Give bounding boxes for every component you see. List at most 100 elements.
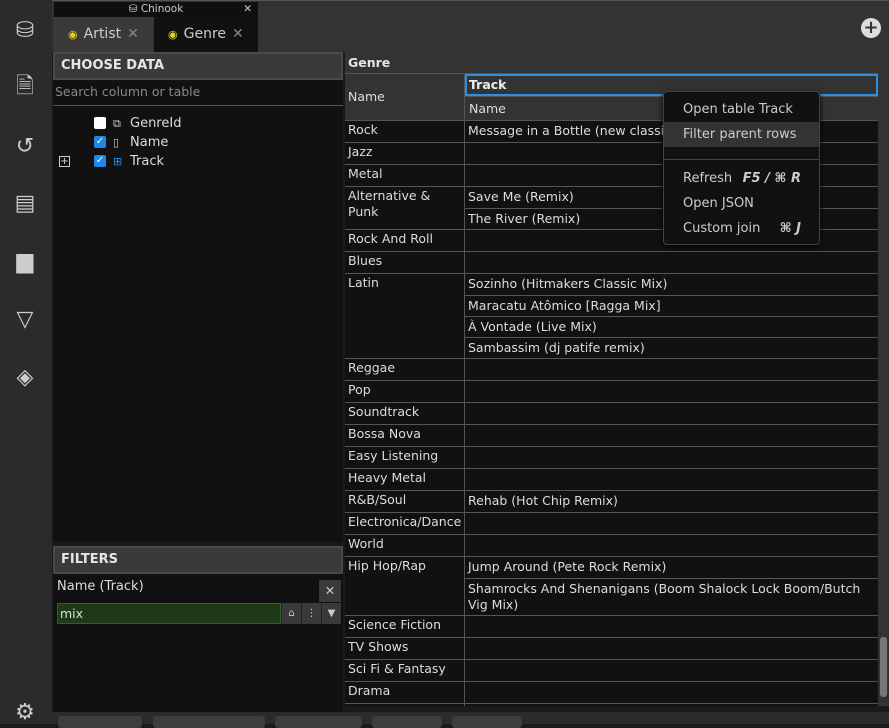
database-icon[interactable]: ⛁: [10, 15, 40, 45]
table-row[interactable]: Sci Fi & Fantasy: [345, 659, 878, 681]
genre-cell[interactable]: Soundtrack: [345, 403, 465, 424]
track-cell[interactable]: [465, 381, 878, 402]
tree-item-name[interactable]: ✓ ▯ Name: [53, 133, 343, 152]
genre-cell[interactable]: World: [345, 535, 465, 556]
table-row[interactable]: World: [345, 534, 878, 556]
track-cell[interactable]: Rehab (Hot Chip Remix): [465, 491, 878, 512]
table-row[interactable]: R&B/Soul Rehab (Hot Chip Remix): [345, 490, 878, 512]
search-input[interactable]: Search column or table: [53, 80, 343, 106]
genre-cell[interactable]: Jazz: [345, 143, 465, 164]
table-row[interactable]: Pop: [345, 380, 878, 402]
genre-cell[interactable]: Alternative & Punk: [345, 187, 465, 229]
filter-input[interactable]: mix: [57, 603, 281, 624]
toolbar-button[interactable]: [58, 716, 142, 728]
genre-cell[interactable]: Science Fiction: [345, 616, 465, 637]
scrollbar-thumb[interactable]: [880, 637, 887, 697]
tab-genre[interactable]: ◉ Genre ✕: [154, 17, 258, 53]
toolbar-button[interactable]: [275, 716, 362, 728]
filter-icon[interactable]: ▽: [10, 304, 40, 334]
table-row[interactable]: Heavy Metal: [345, 468, 878, 490]
track-cell[interactable]: [465, 403, 878, 424]
genre-cell[interactable]: Easy Listening: [345, 447, 465, 468]
genre-cell[interactable]: Metal: [345, 165, 465, 186]
remove-filter-button[interactable]: ✕: [319, 580, 341, 602]
column-header-name[interactable]: Name: [345, 74, 465, 120]
gear-icon[interactable]: ⚙: [10, 697, 40, 727]
toolbar-button[interactable]: [153, 716, 265, 728]
genre-cell[interactable]: Sci Fi & Fantasy: [345, 660, 465, 681]
toolbar-button[interactable]: [372, 716, 442, 728]
table-row[interactable]: Reggae: [345, 358, 878, 380]
add-tab-button[interactable]: +: [861, 18, 881, 38]
home-icon[interactable]: ⌂: [281, 603, 301, 624]
connection-tab[interactable]: ⛁ Chinook ✕: [54, 2, 258, 17]
track-cell[interactable]: [465, 535, 878, 556]
checkbox[interactable]: [94, 117, 106, 129]
track-cell[interactable]: [465, 682, 878, 703]
track-cell[interactable]: Sambassim (dj patife remix): [465, 337, 878, 358]
track-cell[interactable]: [465, 447, 878, 468]
track-cell[interactable]: Sozinho (Hitmakers Classic Mix): [465, 274, 878, 295]
table-row[interactable]: Soundtrack: [345, 402, 878, 424]
table-row[interactable]: Hip Hop/Rap Jump Around (Pete Rock Remix)…: [345, 556, 878, 615]
menu-item-open-table[interactable]: Open table Track: [664, 97, 819, 122]
expand-icon[interactable]: +: [59, 156, 70, 167]
track-cell[interactable]: Jump Around (Pete Rock Remix): [465, 557, 878, 578]
track-cell[interactable]: [465, 513, 878, 534]
menu-item-refresh[interactable]: Refresh F5 / ⌘ R: [664, 166, 819, 191]
table-row[interactable]: Electronica/Dance: [345, 512, 878, 534]
tree-item-genreid[interactable]: ⧉ GenreId: [53, 114, 343, 133]
table-row[interactable]: Comedy: [345, 703, 878, 706]
file-icon[interactable]: 🗎: [10, 73, 40, 103]
close-icon[interactable]: ✕: [243, 2, 252, 17]
table-row[interactable]: TV Shows: [345, 637, 878, 659]
genre-cell[interactable]: Comedy: [345, 704, 465, 706]
checkbox[interactable]: ✓: [94, 136, 106, 148]
tab-artist[interactable]: ◉ Artist ✕: [54, 17, 153, 53]
folder-icon[interactable]: ▆: [10, 246, 40, 276]
table-row[interactable]: Blues: [345, 251, 878, 273]
genre-cell[interactable]: Reggae: [345, 359, 465, 380]
tree-item-track[interactable]: + ✓ ⊞ Track: [53, 152, 343, 171]
menu-item-filter-parent-rows[interactable]: Filter parent rows: [664, 122, 819, 147]
genre-cell[interactable]: Blues: [345, 252, 465, 273]
table-row[interactable]: Drama: [345, 681, 878, 703]
genre-cell[interactable]: Rock And Roll: [345, 230, 465, 251]
menu-item-custom-join[interactable]: Custom join ⌘ J: [664, 216, 819, 241]
genre-cell[interactable]: TV Shows: [345, 638, 465, 659]
track-cell[interactable]: [465, 660, 878, 681]
track-cell[interactable]: [465, 469, 878, 490]
genre-cell[interactable]: Latin: [345, 274, 465, 358]
track-cell[interactable]: [465, 359, 878, 380]
track-cell[interactable]: [465, 704, 878, 706]
toolbar-button[interactable]: [452, 716, 522, 728]
more-icon[interactable]: ⋮: [301, 603, 321, 624]
menu-item-open-json[interactable]: Open JSON: [664, 191, 819, 216]
track-cell[interactable]: Maracatu Atômico [Ragga Mix]: [465, 295, 878, 316]
checkbox[interactable]: ✓: [94, 155, 106, 167]
table-row[interactable]: Bossa Nova: [345, 424, 878, 446]
track-cell[interactable]: À Vontade (Live Mix): [465, 316, 878, 337]
table-row[interactable]: Science Fiction: [345, 615, 878, 637]
track-cell[interactable]: [465, 616, 878, 637]
track-cell[interactable]: [465, 638, 878, 659]
table-row[interactable]: Easy Listening: [345, 446, 878, 468]
genre-cell[interactable]: R&B/Soul: [345, 491, 465, 512]
genre-cell[interactable]: Drama: [345, 682, 465, 703]
history-icon[interactable]: ↺: [10, 131, 40, 161]
close-icon[interactable]: ✕: [232, 26, 244, 42]
track-cell[interactable]: Shamrocks And Shenanigans (Boom Shalock …: [465, 578, 878, 615]
genre-cell[interactable]: Bossa Nova: [345, 425, 465, 446]
genre-cell[interactable]: Rock: [345, 121, 465, 142]
archive-icon[interactable]: ▤: [10, 188, 40, 218]
filter-icon[interactable]: ▼: [321, 603, 341, 624]
close-icon[interactable]: ✕: [127, 26, 139, 42]
genre-cell[interactable]: Electronica/Dance: [345, 513, 465, 534]
genre-cell[interactable]: Pop: [345, 381, 465, 402]
track-cell[interactable]: [465, 425, 878, 446]
table-row[interactable]: Latin Sozinho (Hitmakers Classic Mix) Mara…: [345, 273, 878, 358]
genre-cell[interactable]: Heavy Metal: [345, 469, 465, 490]
layers-icon[interactable]: ◈: [10, 362, 40, 392]
scrollbar[interactable]: [878, 52, 889, 706]
genre-cell[interactable]: Hip Hop/Rap: [345, 557, 465, 615]
